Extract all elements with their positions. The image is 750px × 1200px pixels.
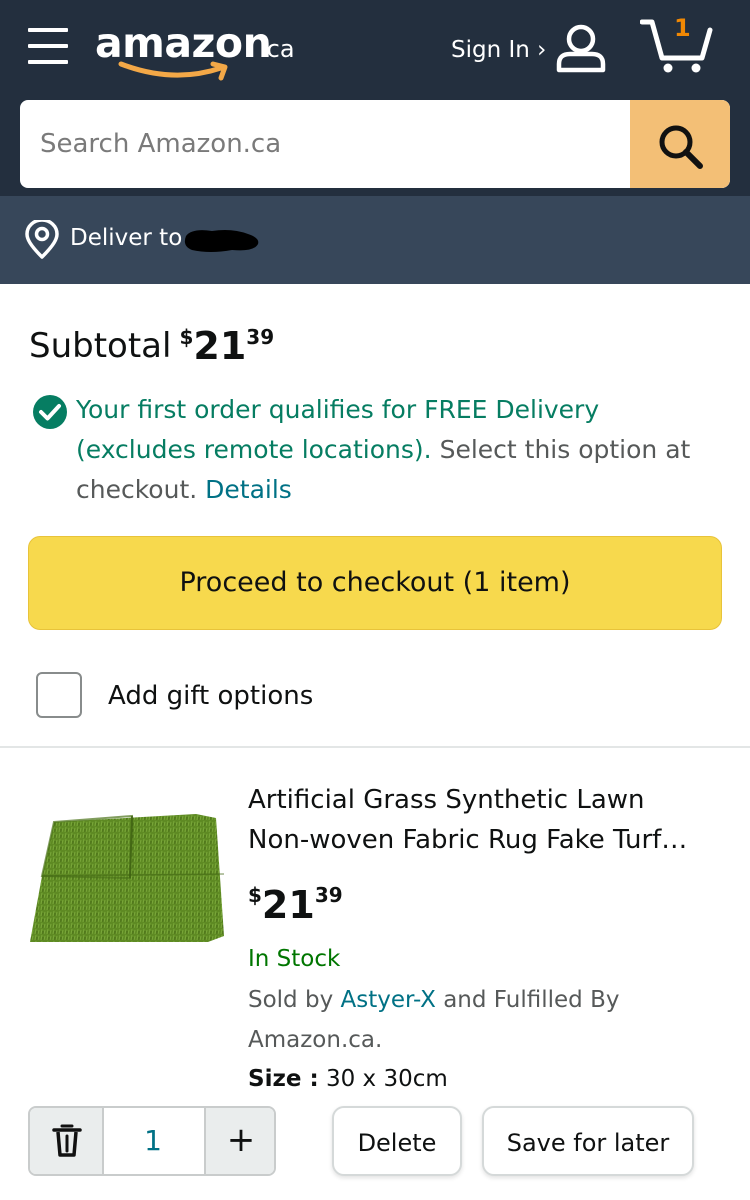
free-delivery-text: Your first order qualifies for FREE Deli… <box>76 390 726 510</box>
cart-count-badge: 1 <box>674 14 691 42</box>
logo-smile-icon <box>118 61 228 81</box>
search-icon <box>659 125 703 169</box>
account-icon[interactable] <box>554 24 608 74</box>
gift-options-checkbox[interactable] <box>36 672 82 718</box>
deliver-to-label: Deliver to <box>70 225 183 251</box>
product-price-fraction: 39 <box>314 883 343 907</box>
section-divider <box>0 746 750 748</box>
top-navigation-bar: amazon .ca Sign In › 1 <box>0 0 750 196</box>
logo-domain: .ca <box>259 35 295 63</box>
search-button[interactable] <box>630 100 730 188</box>
product-title[interactable]: Artificial Grass Synthetic Lawn Non-wove… <box>248 780 722 860</box>
stock-status: In Stock <box>248 946 341 972</box>
search-bar <box>20 100 730 188</box>
increase-quantity-button[interactable]: + <box>204 1108 274 1174</box>
currency-symbol: $ <box>179 325 194 349</box>
product-price-whole: 21 <box>261 883 315 927</box>
product-size: Size : 30 x 30cm <box>248 1062 448 1096</box>
redacted-address <box>184 230 259 252</box>
trash-icon <box>52 1124 82 1157</box>
subtotal-label: Subtotal <box>29 326 172 366</box>
price-fraction: 39 <box>246 325 275 349</box>
size-label: Size : <box>248 1066 319 1092</box>
search-input[interactable] <box>20 100 630 188</box>
check-circle-icon <box>33 395 67 429</box>
save-for-later-button[interactable]: Save for later <box>482 1106 694 1176</box>
cart-button[interactable]: 1 <box>640 14 716 76</box>
sign-in-link[interactable]: Sign In › <box>451 34 546 66</box>
seller-link[interactable]: Astyer-X <box>341 987 436 1013</box>
price-whole: 21 <box>193 324 247 368</box>
amazon-logo[interactable]: amazon .ca <box>95 14 305 82</box>
product-title-line-2: Non-woven Fabric Rug Fake Turf… <box>248 825 688 855</box>
product-image[interactable] <box>28 808 224 948</box>
decrease-quantity-button[interactable] <box>30 1108 104 1174</box>
deliver-to-bar[interactable]: Deliver to <box>0 196 750 284</box>
details-link[interactable]: Details <box>205 475 292 504</box>
proceed-to-checkout-button[interactable]: Proceed to checkout (1 item) <box>28 536 722 630</box>
product-price: $2139 <box>248 880 343 930</box>
menu-icon[interactable] <box>26 26 70 66</box>
gift-options-label[interactable]: Add gift options <box>108 678 313 714</box>
product-price-symbol: $ <box>248 883 262 907</box>
delete-button[interactable]: Delete <box>332 1106 462 1176</box>
size-value: 30 x 30cm <box>318 1066 448 1092</box>
subtotal-price: $2139 <box>179 322 274 370</box>
quantity-stepper: 1 + <box>28 1106 276 1176</box>
subtotal: Subtotal $2139 <box>29 322 274 372</box>
sold-by-text: Sold by Astyer-X and Fulfilled By Amazon… <box>248 980 718 1060</box>
location-pin-icon <box>25 220 59 259</box>
quantity-value[interactable]: 1 <box>104 1108 202 1174</box>
sold-by-prefix: Sold by <box>248 987 341 1013</box>
product-title-line-1: Artificial Grass Synthetic Lawn <box>248 785 645 815</box>
